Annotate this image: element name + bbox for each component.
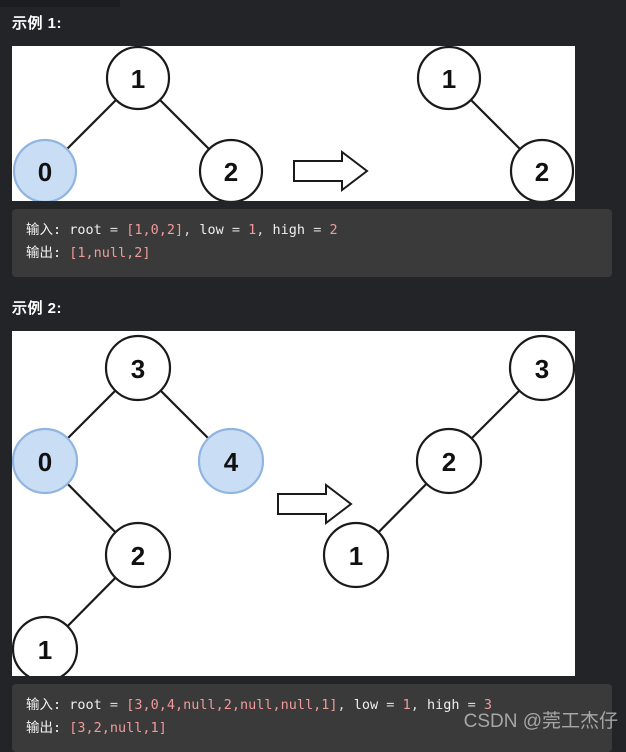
- input-low-ident: low: [199, 222, 224, 238]
- section-heading-example-2: 示例 2:: [12, 300, 63, 317]
- input-high-ident: high: [272, 222, 306, 238]
- example-1-figure-panel: 1 0 2 1 2: [12, 46, 575, 201]
- tree-node-label: 1: [38, 635, 52, 665]
- transform-arrow-icon: [293, 149, 369, 193]
- tree-node-label: 0: [38, 447, 52, 477]
- tree-node-label: 0: [38, 157, 52, 187]
- tree-node-label: 3: [131, 354, 145, 384]
- csdn-watermark: CSDN @莞工杰仔: [463, 711, 618, 732]
- tree-node-label: 3: [535, 354, 549, 384]
- output-value: [1,null,2]: [61, 245, 151, 262]
- input-low-ident: low: [353, 697, 379, 713]
- example-2-before-edges: [44, 367, 232, 650]
- example-1-tree-svg: 1 0 2 1 2: [12, 46, 575, 201]
- example-2-figure-panel: 3 0 4 2 1 3 2 1: [12, 331, 575, 676]
- input-root-ident: root: [69, 697, 102, 713]
- top-dark-strip: [0, 0, 120, 7]
- example-1-before-nodes: 1 0 2: [12, 46, 264, 201]
- tree-node-label: 2: [442, 447, 456, 477]
- eq-op: =: [101, 222, 127, 238]
- tree-node-label: 1: [349, 541, 363, 571]
- tree-node-label: 4: [224, 447, 239, 477]
- comma-punc: ,: [183, 222, 200, 238]
- input-root-array: [1,0,2]: [126, 222, 184, 238]
- tree-node-label: 2: [224, 157, 238, 187]
- output-value: [3,2,null,1]: [61, 720, 167, 737]
- tree-node-label: 2: [131, 541, 145, 571]
- example-2-before-nodes: 3 0 4 2 1: [12, 334, 265, 676]
- example-2-tree-svg: 3 0 4 2 1 3 2 1: [12, 334, 575, 676]
- example-2-after-nodes: 3 2 1: [322, 334, 575, 589]
- input-label: 输入:: [26, 697, 62, 713]
- eq-op: =: [378, 697, 403, 713]
- transform-arrow-icon: [277, 482, 353, 526]
- tree-node-label: 1: [442, 64, 456, 94]
- input-high-value: 2: [329, 222, 338, 238]
- section-heading-example-1: 示例 1:: [12, 15, 63, 32]
- tree-node-label: 1: [131, 64, 145, 94]
- output-label: 输出:: [26, 720, 62, 737]
- tree-node-label: 2: [535, 157, 549, 187]
- comma-punc: ,: [410, 697, 427, 713]
- input-root-ident: root: [69, 222, 102, 238]
- input-label: 输入:: [26, 222, 62, 238]
- comma-punc: ,: [337, 697, 354, 713]
- input-root-array: [3,0,4,null,2,null,null,1]: [126, 697, 338, 713]
- eq-op: =: [223, 222, 249, 238]
- input-low-value: 1: [402, 697, 411, 713]
- example-1-io-block: 输入: root = [1,0,2], low = 1, high = 2 输出…: [12, 209, 612, 278]
- input-high-ident: high: [426, 697, 460, 713]
- output-label: 输出:: [26, 245, 62, 262]
- comma-punc: ,: [256, 222, 273, 238]
- eq-op: =: [101, 697, 127, 713]
- eq-op: =: [305, 222, 330, 238]
